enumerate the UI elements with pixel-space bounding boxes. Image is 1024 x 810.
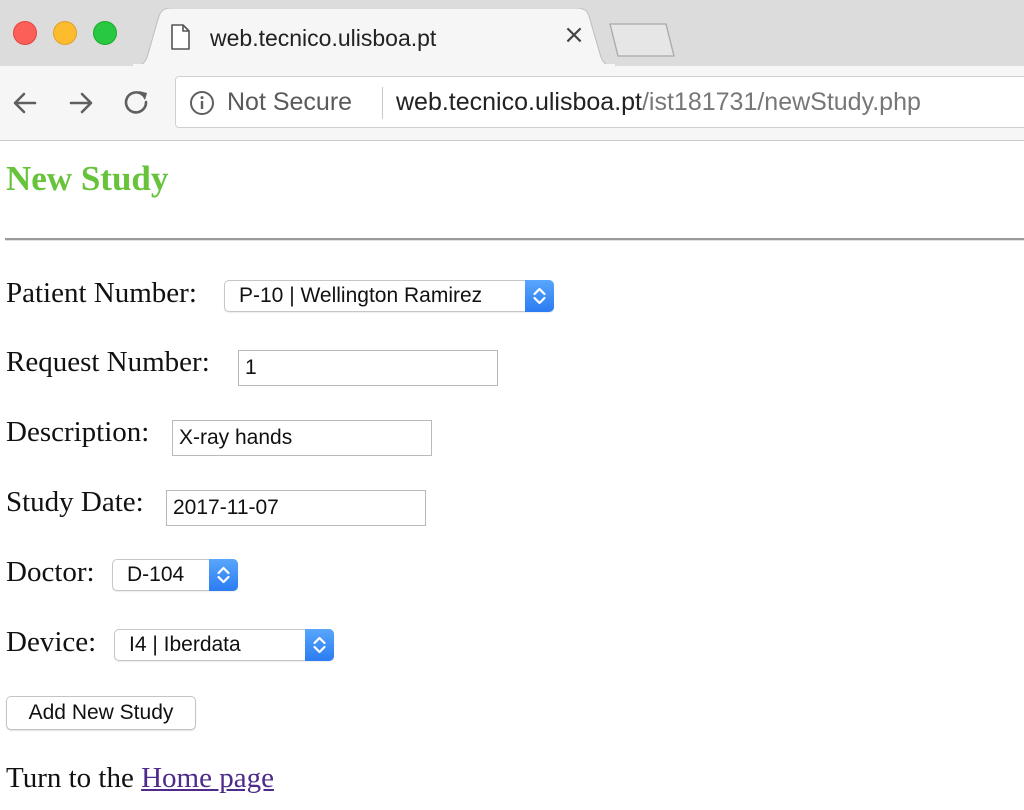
request-number-row: Request Number: [6,346,506,386]
browser-toolbar: Not Secure web.tecnico.ulisboa.pt/ist181… [0,66,1024,141]
description-input[interactable] [172,420,432,456]
device-row: Device: I4 | Iberdata [6,626,346,666]
study-date-row: Study Date: [6,486,431,526]
description-row: Description: [6,416,436,456]
chevron-updown-icon [525,280,554,312]
patient-number-label: Patient Number: [6,277,197,309]
url-text[interactable]: web.tecnico.ulisboa.pt/ist181731/newStud… [396,88,921,117]
address-bar-divider [382,87,383,119]
patient-number-selected: P-10 | Wellington Ramirez [239,284,483,307]
close-window-button[interactable] [13,21,37,45]
patient-number-select[interactable]: P-10 | Wellington Ramirez [224,280,554,312]
request-number-label: Request Number: [6,346,210,378]
forward-arrow-icon [69,92,93,114]
patient-number-row: Patient Number: P-10 | Wellington Ramire… [6,277,566,317]
footer-prefix: Turn to the [6,762,142,794]
doctor-label: Doctor: [6,556,95,588]
device-select[interactable]: I4 | Iberdata [114,629,334,661]
close-tab-icon[interactable]: × [562,21,586,49]
request-number-input[interactable] [238,350,498,386]
description-label: Description: [6,416,150,448]
horizontal-rule [5,238,1024,241]
minimize-window-button[interactable] [53,21,77,45]
page-title: New Study [6,159,169,198]
new-tab-button[interactable] [606,20,684,60]
browser-tab-active[interactable]: web.tecnico.ulisboa.pt × [132,8,616,67]
security-status-label[interactable]: Not Secure [227,88,352,117]
chevron-updown-icon [305,629,334,661]
info-icon[interactable] [189,90,215,121]
chevron-updown-icon [209,559,238,591]
url-path: /ist181731/newStudy.php [641,88,921,116]
device-label: Device: [6,626,97,658]
reload-button[interactable] [122,88,152,118]
doctor-select[interactable]: D-104 [112,559,238,591]
forward-button[interactable] [66,88,96,118]
back-arrow-icon [13,92,37,114]
address-bar[interactable]: Not Secure web.tecnico.ulisboa.pt/ist181… [175,76,1024,128]
doctor-selected: D-104 [127,563,185,586]
page-content: New Study Patient Number: P-10 | Welling… [0,141,1024,810]
document-icon [170,24,190,55]
url-host: web.tecnico.ulisboa.pt [396,88,642,116]
reload-icon [124,91,148,114]
zoom-window-button[interactable] [93,21,117,45]
browser-tab-bar: web.tecnico.ulisboa.pt × [0,0,1024,67]
study-date-input[interactable] [166,490,426,526]
new-tab-icon [609,23,675,57]
tab-title: web.tecnico.ulisboa.pt [210,25,437,51]
home-page-link[interactable]: Home page [141,762,274,794]
add-new-study-button[interactable]: Add New Study [6,696,196,730]
doctor-row: Doctor: D-104 [6,556,246,596]
footer-text: Turn to the Home page [6,762,274,795]
study-date-label: Study Date: [6,486,144,518]
back-button[interactable] [10,88,40,118]
device-selected: I4 | Iberdata [129,633,241,656]
